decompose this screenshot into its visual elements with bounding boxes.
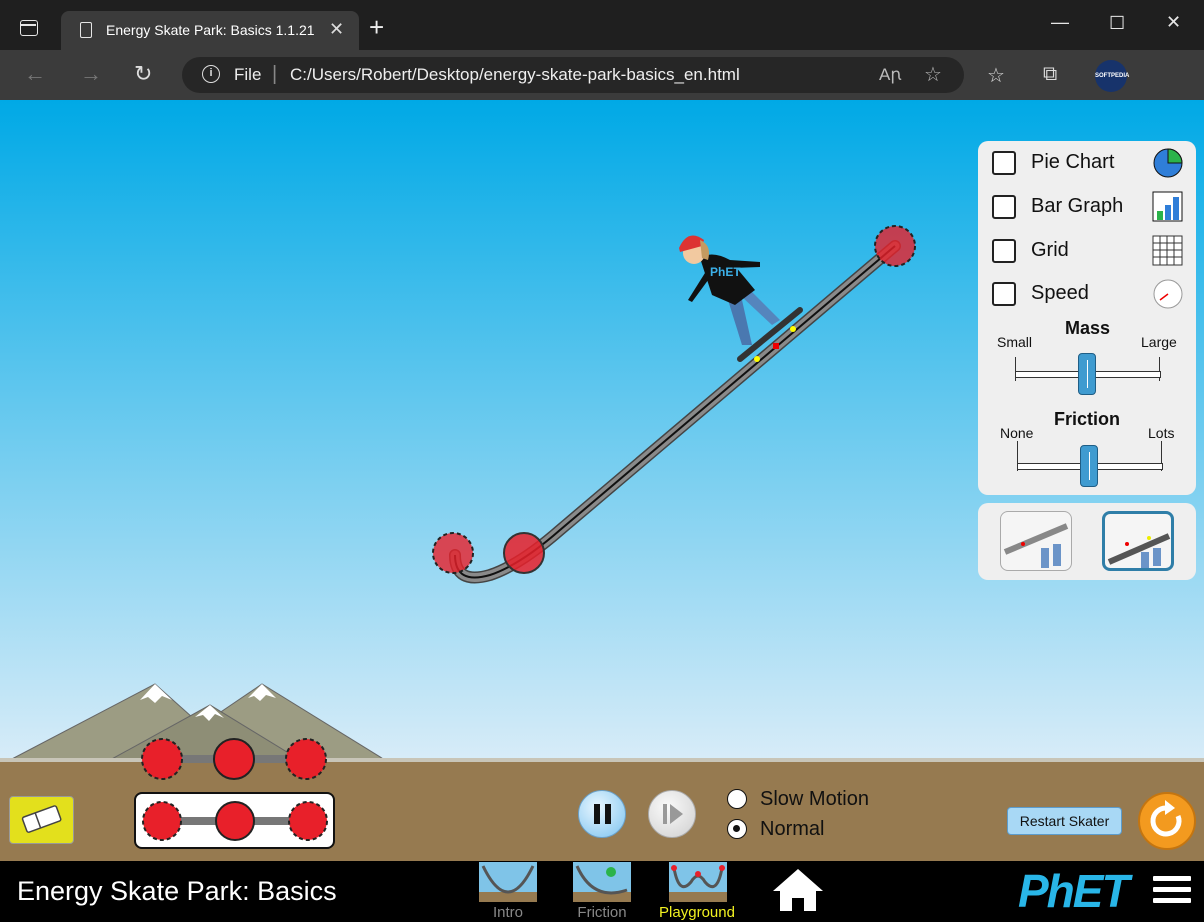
track-toolbox[interactable] [134,792,335,849]
controls-panel: Pie Chart Bar Graph Grid Speed Mass Smal… [978,141,1196,495]
grid-label: Grid [1031,239,1069,261]
speed-row[interactable]: Speed [992,279,1192,310]
close-tab-icon[interactable]: ✕ [329,19,344,40]
browser-title-bar: Energy Skate Park: Basics 1.1.21 ✕ + — ☐… [0,0,1204,50]
intro-screen-thumbnail[interactable] [479,862,537,902]
grid-checkbox[interactable] [992,239,1016,263]
browser-toolbar: ← → ↻ i File | C:/Users/Robert/Desktop/e… [0,50,1204,130]
mass-min-label: Small [997,334,1033,350]
maximize-icon[interactable]: ☐ [1109,13,1125,34]
speedometer-icon [1152,278,1184,315]
reset-icon [1150,800,1182,837]
favorites-icon[interactable]: ☆ [987,63,1005,88]
clear-tracks-button[interactable] [9,796,74,844]
speed-checkbox[interactable] [992,282,1016,306]
step-button[interactable] [648,790,696,838]
track-end-control-point[interactable] [432,532,474,574]
skater-attach-icon [1107,533,1171,568]
add-favorite-icon[interactable]: ☆ [924,62,942,87]
friction-screen-label[interactable]: Friction [557,904,647,921]
tab-title: Energy Skate Park: Basics 1.1.21 [106,22,315,38]
reset-all-button[interactable] [1138,792,1196,850]
browser-tab[interactable]: Energy Skate Park: Basics 1.1.21 ✕ [61,11,359,50]
app-title: Energy Skate Park: Basics [17,876,337,906]
simulation-area: PhET Pie Chart Bar Graph Grid Speed Mass… [0,100,1204,922]
playground-screen-thumbnail[interactable] [669,862,727,902]
grid-row[interactable]: Grid [992,235,1192,267]
address-scheme: File [234,65,262,84]
radio-selected-dot [733,825,740,832]
bar-graph-label: Bar Graph [1031,195,1124,217]
url-text[interactable]: C:/Users/Robert/Desktop/energy-skate-par… [290,65,740,85]
phet-logo[interactable]: PhET [1018,864,1130,918]
site-info-icon[interactable]: i [202,65,220,83]
refresh-icon[interactable]: ↻ [134,61,152,87]
minimize-icon[interactable]: — [1051,12,1069,33]
detach-mode-button[interactable] [1000,511,1072,571]
skater-detach-icon [1003,523,1069,568]
tab-actions-icon[interactable] [20,20,38,36]
spare-track[interactable] [141,738,327,780]
bar-graph-icon [1152,191,1184,228]
slow-motion-label[interactable]: Slow Motion [760,788,869,811]
step-forward-icon [663,804,683,824]
new-tab-icon[interactable]: + [369,14,384,40]
profile-avatar[interactable]: SOFTPEDIA [1095,60,1129,92]
track-control-point[interactable] [503,532,545,574]
menu-icon[interactable] [1153,876,1191,908]
friction-screen-thumbnail[interactable] [573,862,631,902]
track-piece-icon[interactable] [136,794,333,847]
bar-graph-row[interactable]: Bar Graph [992,191,1192,223]
forward-icon[interactable]: → [80,61,102,87]
pie-chart-icon [1152,147,1184,184]
intro-screen-label[interactable]: Intro [463,904,553,921]
pie-chart-label: Pie Chart [1031,151,1115,173]
grid-icon [1152,235,1184,272]
attach-mode-button[interactable] [1102,511,1174,571]
pie-chart-row[interactable]: Pie Chart [992,148,1192,179]
address-separator: | [272,63,278,85]
slow-motion-radio[interactable] [727,789,747,809]
friction-max-label: Lots [1148,425,1175,441]
normal-speed-radio[interactable] [727,819,747,839]
attach-mode-panel [978,503,1196,580]
home-icon[interactable] [770,866,826,914]
mass-title: Mass [1065,318,1111,338]
close-window-icon[interactable]: ✕ [1166,12,1181,33]
page-icon [80,22,92,38]
restart-skater-button[interactable]: Restart Skater [1007,807,1122,835]
eraser-icon [21,805,62,833]
normal-speed-label[interactable]: Normal [760,818,824,841]
friction-min-label: None [1000,425,1034,441]
read-aloud-icon[interactable]: Aꞃ [879,65,901,85]
friction-title: Friction [1054,409,1120,429]
track-top-control-point[interactable] [874,225,916,267]
address-bar[interactable]: i File | C:/Users/Robert/Desktop/energy-… [182,57,964,93]
svg-text:PhET: PhET [710,265,741,279]
mass-slider-thumb[interactable] [1078,353,1096,395]
back-icon[interactable]: ← [24,61,46,87]
pause-button[interactable] [578,790,626,838]
collections-icon[interactable]: ⧉ [1043,63,1057,86]
playground-screen-label[interactable]: Playground [652,904,742,921]
friction-slider-thumb[interactable] [1080,445,1098,487]
mass-max-label: Large [1141,334,1177,350]
speed-label: Speed [1031,282,1089,304]
bar-graph-checkbox[interactable] [992,195,1016,219]
pause-icon [594,804,611,824]
pie-chart-checkbox[interactable] [992,151,1016,175]
